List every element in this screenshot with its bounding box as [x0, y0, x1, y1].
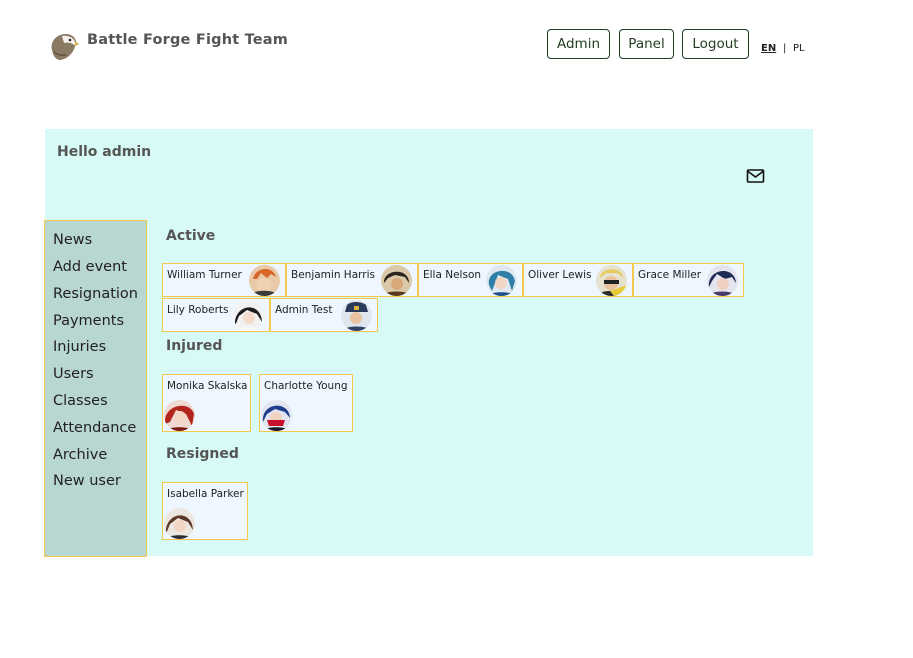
sidebar: News Add event Resignation Payments Inju…: [44, 220, 147, 557]
member-name: Charlotte Young: [264, 380, 348, 392]
avatar: [233, 300, 264, 331]
avatar: [707, 265, 738, 296]
member-card[interactable]: Grace Miller: [633, 263, 744, 297]
member-card[interactable]: Lily Roberts: [162, 298, 270, 332]
member-card[interactable]: Isabella Parker: [162, 482, 248, 540]
lang-en-link[interactable]: EN: [761, 43, 776, 54]
greeting: Hello admin: [57, 144, 152, 160]
avatar: [596, 265, 627, 296]
mail-icon[interactable]: [746, 168, 765, 184]
sidebar-item-injuries[interactable]: Injuries: [53, 339, 106, 355]
section-title-active: Active: [166, 228, 216, 244]
member-name: Admin Test: [275, 304, 333, 316]
brand-title[interactable]: Battle Forge Fight Team: [87, 32, 288, 48]
eagle-logo: [51, 34, 79, 60]
lang-separator: |: [783, 43, 787, 54]
lang-pl-link[interactable]: PL: [793, 43, 805, 54]
member-card[interactable]: Charlotte Young: [259, 374, 353, 432]
member-name: William Turner: [167, 269, 242, 281]
sidebar-item-archive[interactable]: Archive: [53, 447, 107, 463]
main-panel: [45, 129, 813, 556]
sidebar-item-attendance[interactable]: Attendance: [53, 420, 136, 436]
avatar: [249, 265, 280, 296]
member-name: Monika Skalska: [167, 380, 248, 392]
sidebar-item-add-event[interactable]: Add event: [53, 259, 127, 275]
member-name: Ella Nelson: [423, 269, 482, 281]
member-name: Isabella Parker: [167, 488, 244, 500]
member-name: Benjamin Harris: [291, 269, 375, 281]
avatar: [164, 400, 195, 431]
member-card[interactable]: Ella Nelson: [418, 263, 523, 297]
member-name: Oliver Lewis: [528, 269, 592, 281]
panel-button[interactable]: Panel: [619, 29, 674, 59]
member-card[interactable]: William Turner: [162, 263, 286, 297]
member-card[interactable]: Oliver Lewis: [523, 263, 633, 297]
member-name: Grace Miller: [638, 269, 702, 281]
member-card[interactable]: Benjamin Harris: [286, 263, 418, 297]
sidebar-item-resignation[interactable]: Resignation: [53, 286, 138, 302]
sidebar-item-classes[interactable]: Classes: [53, 393, 108, 409]
admin-button[interactable]: Admin: [547, 29, 610, 59]
sidebar-item-payments[interactable]: Payments: [53, 313, 124, 329]
sidebar-item-users[interactable]: Users: [53, 366, 94, 382]
member-card[interactable]: Admin Test: [270, 298, 378, 332]
logout-button[interactable]: Logout: [682, 29, 749, 59]
sidebar-item-new-user[interactable]: New user: [53, 473, 121, 489]
member-name: Lily Roberts: [167, 304, 229, 316]
avatar: [486, 265, 517, 296]
member-card[interactable]: Monika Skalska: [162, 374, 251, 432]
sidebar-item-news[interactable]: News: [53, 232, 92, 248]
avatar: [381, 265, 412, 296]
section-title-resigned: Resigned: [166, 446, 239, 462]
avatar: [341, 300, 372, 331]
section-title-injured: Injured: [166, 338, 223, 354]
avatar: [261, 400, 292, 431]
avatar: [164, 508, 195, 539]
